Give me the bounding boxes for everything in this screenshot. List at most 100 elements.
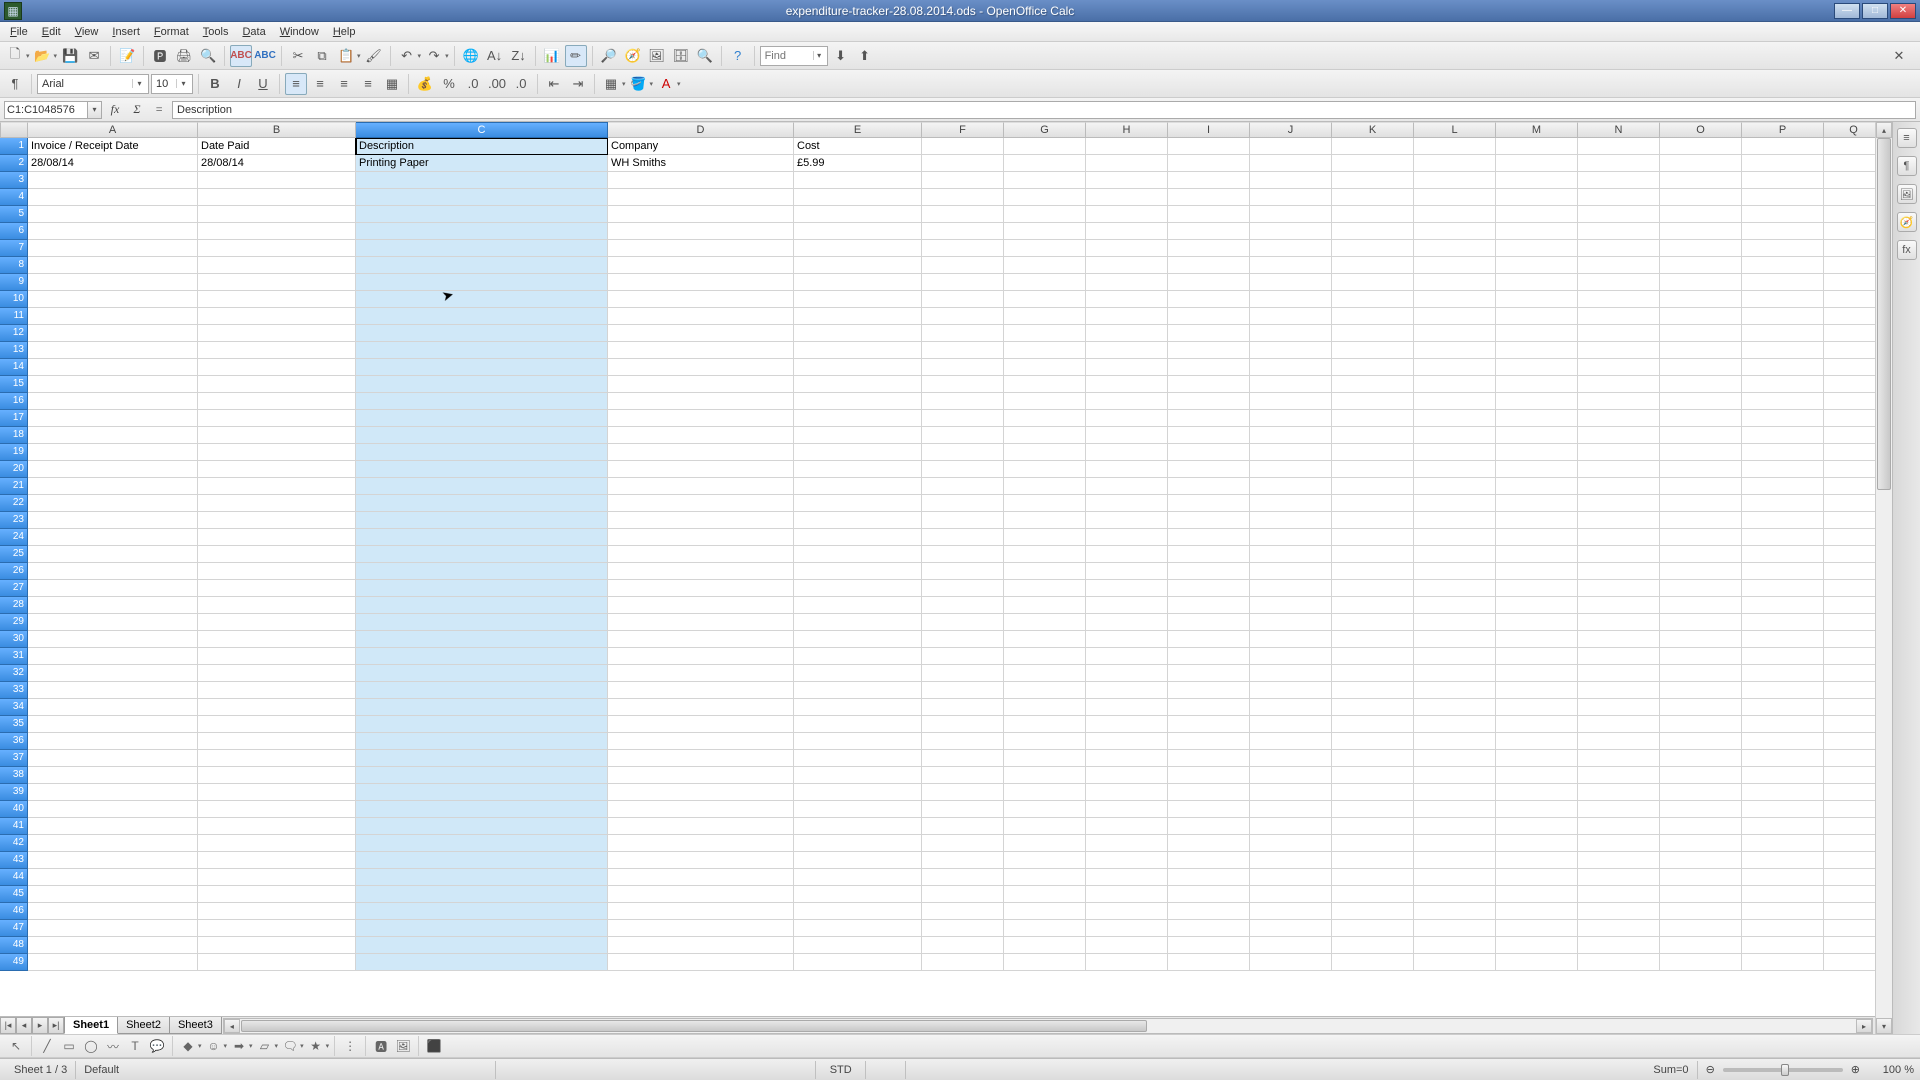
cell[interactable] (28, 903, 198, 920)
row-header[interactable]: 16 (0, 393, 28, 410)
cell[interactable] (356, 665, 608, 682)
cell[interactable] (198, 240, 356, 257)
cell[interactable] (1168, 359, 1250, 376)
cell[interactable] (356, 274, 608, 291)
cell[interactable] (1660, 189, 1742, 206)
cell[interactable] (28, 733, 198, 750)
cell[interactable] (1086, 937, 1168, 954)
cell[interactable] (1086, 359, 1168, 376)
cell[interactable] (1250, 563, 1332, 580)
cell[interactable] (1660, 886, 1742, 903)
cell[interactable] (1004, 597, 1086, 614)
zoom-slider[interactable] (1723, 1068, 1843, 1072)
cell[interactable] (1578, 291, 1660, 308)
row-header[interactable]: 45 (0, 886, 28, 903)
cell[interactable] (1660, 155, 1742, 172)
cell[interactable] (1578, 852, 1660, 869)
sidebar-navigator-icon[interactable]: 🧭 (1897, 212, 1917, 232)
cell[interactable] (922, 699, 1004, 716)
cell[interactable] (1578, 257, 1660, 274)
cell[interactable] (1086, 240, 1168, 257)
cell[interactable] (1168, 257, 1250, 274)
cell[interactable] (1004, 869, 1086, 886)
cell[interactable] (1332, 223, 1414, 240)
cell[interactable] (1742, 784, 1824, 801)
cell[interactable] (1578, 155, 1660, 172)
cell[interactable] (794, 410, 922, 427)
cell[interactable] (1824, 189, 1875, 206)
cell[interactable] (1168, 869, 1250, 886)
cell[interactable] (1742, 308, 1824, 325)
cell[interactable] (1086, 189, 1168, 206)
cell[interactable] (1332, 750, 1414, 767)
cell[interactable] (1578, 665, 1660, 682)
cell[interactable] (28, 750, 198, 767)
align-justify-icon[interactable]: ≡ (357, 73, 379, 95)
cell[interactable] (922, 767, 1004, 784)
cell[interactable] (608, 325, 794, 342)
row-header[interactable]: 10 (0, 291, 28, 308)
cell[interactable] (1578, 801, 1660, 818)
cell[interactable] (1086, 580, 1168, 597)
cell[interactable] (1742, 274, 1824, 291)
cell[interactable] (1824, 767, 1875, 784)
cell[interactable] (1004, 580, 1086, 597)
cell[interactable] (1086, 342, 1168, 359)
cell[interactable] (198, 189, 356, 206)
cell[interactable] (922, 138, 1004, 155)
cell[interactable] (1578, 920, 1660, 937)
cell[interactable] (1660, 427, 1742, 444)
cell[interactable] (1742, 767, 1824, 784)
cell[interactable] (1250, 631, 1332, 648)
cell[interactable] (28, 614, 198, 631)
cell[interactable] (922, 920, 1004, 937)
cell[interactable] (1496, 699, 1578, 716)
cell[interactable] (794, 750, 922, 767)
cell[interactable] (794, 818, 922, 835)
cell[interactable] (1824, 359, 1875, 376)
cell[interactable] (28, 835, 198, 852)
cell[interactable] (1824, 427, 1875, 444)
cell[interactable] (1414, 325, 1496, 342)
row-header[interactable]: 12 (0, 325, 28, 342)
cell[interactable] (1742, 376, 1824, 393)
cell[interactable] (1742, 495, 1824, 512)
show-draw-icon[interactable]: ✏ (565, 45, 587, 67)
cell[interactable] (922, 801, 1004, 818)
sheet-tab-sheet1[interactable]: Sheet1 (64, 1017, 118, 1034)
cell[interactable] (356, 495, 608, 512)
cell[interactable] (608, 903, 794, 920)
cell[interactable] (1824, 257, 1875, 274)
cell[interactable] (1496, 206, 1578, 223)
cell[interactable] (28, 580, 198, 597)
cell[interactable] (1578, 206, 1660, 223)
cell[interactable] (1250, 461, 1332, 478)
cell[interactable]: WH Smiths (608, 155, 794, 172)
cell[interactable] (1660, 648, 1742, 665)
cell[interactable] (28, 631, 198, 648)
equals-icon[interactable]: = (150, 101, 168, 119)
cell[interactable] (1824, 699, 1875, 716)
cell[interactable] (198, 886, 356, 903)
cell[interactable] (1086, 767, 1168, 784)
cell[interactable] (1660, 512, 1742, 529)
cell[interactable] (1660, 240, 1742, 257)
cell[interactable] (922, 869, 1004, 886)
cell[interactable] (608, 733, 794, 750)
cell[interactable] (1004, 614, 1086, 631)
row-header[interactable]: 30 (0, 631, 28, 648)
cell[interactable] (1824, 291, 1875, 308)
cell[interactable] (1742, 410, 1824, 427)
cell[interactable] (356, 852, 608, 869)
paste-icon[interactable]: 📋 (335, 45, 357, 67)
cell[interactable] (1660, 733, 1742, 750)
cell[interactable] (1578, 325, 1660, 342)
select-all-corner[interactable] (0, 122, 28, 138)
cell[interactable] (1496, 410, 1578, 427)
cell[interactable] (1578, 886, 1660, 903)
cell[interactable] (1332, 359, 1414, 376)
cell[interactable] (1824, 903, 1875, 920)
column-header-E[interactable]: E (794, 122, 922, 138)
decrease-indent-icon[interactable]: ⇤ (543, 73, 565, 95)
cell[interactable] (1332, 240, 1414, 257)
